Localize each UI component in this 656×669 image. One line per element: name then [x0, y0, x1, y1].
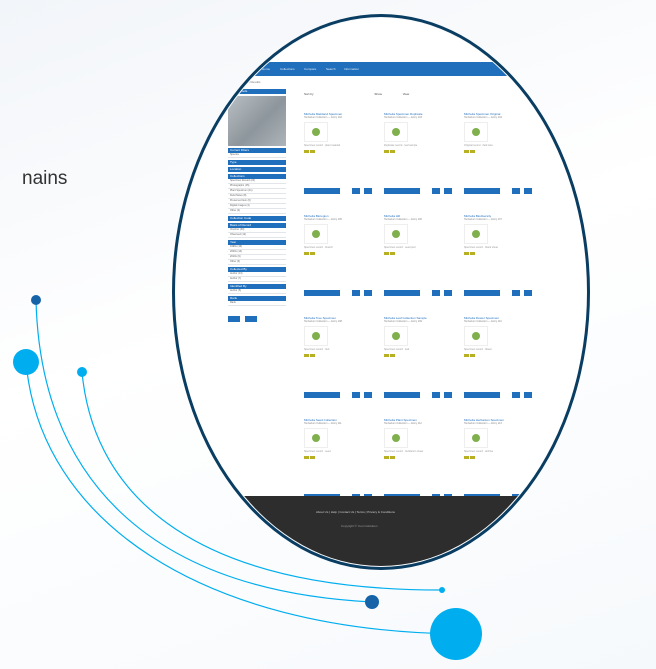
screenshot-circle: Logo Home Collections Compare Search Inf… [172, 14, 590, 570]
decor-dot-2 [13, 349, 39, 375]
decor-dot-1 [31, 295, 41, 305]
decor-dot-4 [365, 595, 379, 609]
logo-text: Logo [237, 67, 244, 71]
circle-ring [172, 14, 590, 570]
logo-icon[interactable] [226, 64, 235, 73]
decor-dot-6 [430, 608, 482, 660]
decor-dot-3 [77, 367, 87, 377]
decor-dot-5 [439, 587, 445, 593]
nav-register-link[interactable]: Register [530, 67, 541, 71]
nav-login-link[interactable]: Log in [514, 67, 522, 71]
